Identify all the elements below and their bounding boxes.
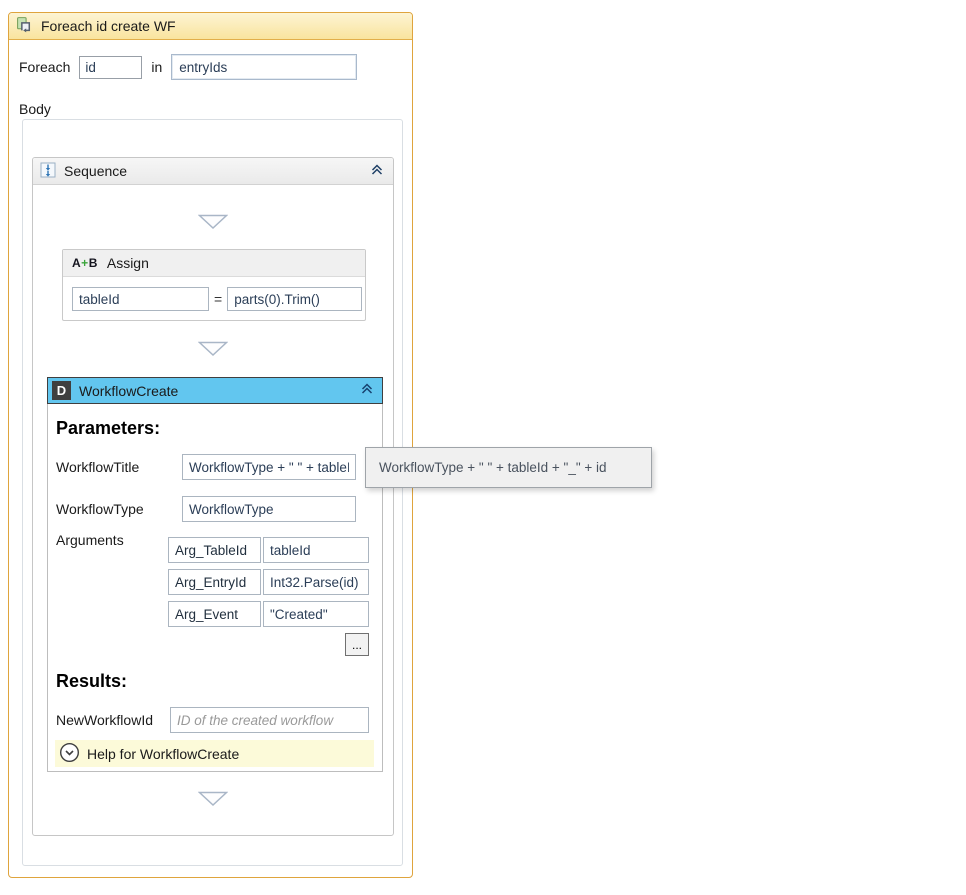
results-heading: Results:: [56, 671, 127, 692]
foreach-icon: [16, 16, 33, 36]
assign-activity[interactable]: A+B Assign =: [62, 249, 366, 321]
foreach-expression-row: Foreach in: [19, 54, 412, 80]
workflow-create-body: Parameters: WorkflowTitle WorkflowType A…: [48, 404, 382, 772]
workflow-create-d-icon: D: [52, 381, 71, 400]
new-workflow-id-input[interactable]: [170, 707, 369, 733]
foreach-collection-input[interactable]: [171, 54, 357, 80]
workflow-create-header[interactable]: D WorkflowCreate: [47, 377, 383, 404]
workflow-designer-canvas: Foreach id create WF Foreach in Body: [0, 0, 966, 895]
body-label: Body: [19, 101, 412, 117]
circle-chevron-down-icon: [59, 742, 80, 766]
argument-value-input[interactable]: [263, 569, 369, 595]
assign-equals-sign: =: [214, 291, 222, 307]
assign-icon: A+B: [72, 256, 98, 270]
sequence-icon: [40, 162, 56, 181]
foreach-activity-header[interactable]: Foreach id create WF: [9, 13, 412, 40]
assign-to-input[interactable]: [72, 287, 209, 311]
workflow-type-input[interactable]: [182, 496, 356, 522]
workflow-create-collapse-button[interactable]: [360, 382, 374, 399]
sequence-activity[interactable]: Sequence: [32, 157, 394, 836]
workflow-type-label: WorkflowType: [56, 501, 144, 517]
argument-name-input[interactable]: [168, 569, 261, 595]
help-expander-label: Help for WorkflowCreate: [87, 746, 239, 762]
drop-target-indicator[interactable]: [198, 214, 228, 235]
assign-header[interactable]: A+B Assign: [63, 250, 365, 277]
more-arguments-button[interactable]: ...: [345, 633, 369, 656]
foreach-activity[interactable]: Foreach id create WF Foreach in Body: [8, 12, 413, 878]
new-workflow-id-label: NewWorkflowId: [56, 712, 153, 728]
sequence-header[interactable]: Sequence: [33, 158, 393, 185]
argument-name-input[interactable]: [168, 601, 261, 627]
sequence-collapse-button[interactable]: [370, 163, 384, 180]
argument-value-input[interactable]: [263, 601, 369, 627]
foreach-variable-input[interactable]: [79, 56, 142, 79]
drop-target-indicator[interactable]: [198, 341, 228, 362]
help-expander[interactable]: Help for WorkflowCreate: [55, 740, 374, 767]
collapse-chevron-icon: [360, 382, 374, 399]
workflow-title-label: WorkflowTitle: [56, 459, 139, 475]
workflow-create-title: WorkflowCreate: [79, 383, 178, 399]
workflow-title-input[interactable]: [182, 454, 356, 480]
expression-tooltip-text: WorkflowType + " " + tableId + "_" + id: [379, 460, 607, 475]
foreach-label: Foreach: [19, 59, 70, 75]
expression-tooltip: WorkflowType + " " + tableId + "_" + id: [365, 447, 652, 488]
assign-title: Assign: [107, 255, 149, 271]
sequence-title: Sequence: [64, 163, 127, 179]
workflow-create-activity[interactable]: D WorkflowCreate: [47, 377, 383, 772]
assign-value-input[interactable]: [227, 287, 362, 311]
parameters-heading: Parameters:: [56, 418, 160, 439]
collapse-chevron-icon: [370, 163, 384, 180]
foreach-activity-title: Foreach id create WF: [41, 18, 176, 34]
assign-body: =: [63, 277, 365, 311]
arguments-label: Arguments: [56, 532, 124, 548]
argument-value-input[interactable]: [263, 537, 369, 563]
foreach-body-panel: Sequence: [22, 119, 403, 866]
foreach-in-label: in: [151, 59, 162, 75]
argument-name-input[interactable]: [168, 537, 261, 563]
drop-target-indicator[interactable]: [198, 791, 228, 812]
